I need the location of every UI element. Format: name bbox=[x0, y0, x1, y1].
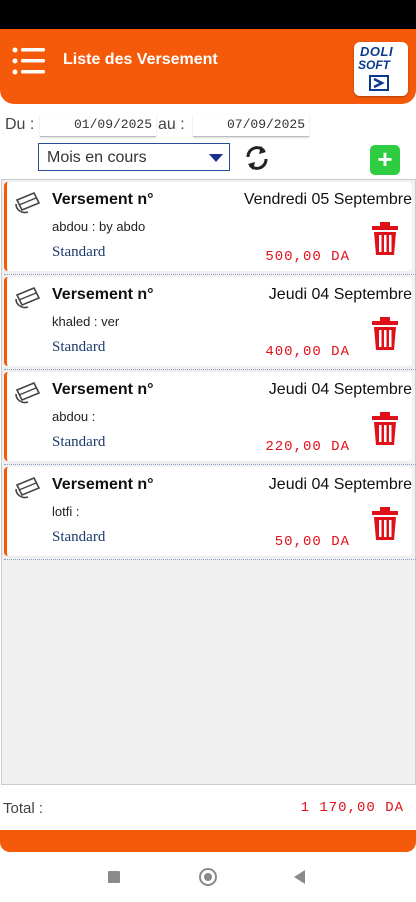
item-type: Standard bbox=[52, 529, 106, 545]
wallet-icon bbox=[15, 476, 41, 499]
item-date: Vendredi 05 Septembre bbox=[243, 191, 412, 208]
chevron-down-icon bbox=[209, 154, 223, 162]
trash-icon[interactable] bbox=[370, 317, 400, 351]
trash-icon[interactable] bbox=[370, 507, 400, 541]
bottom-bar bbox=[0, 830, 416, 852]
home-icon[interactable] bbox=[199, 868, 217, 886]
total-value: 1 170,00 DA bbox=[300, 800, 404, 816]
from-date-label: Du : bbox=[5, 116, 35, 133]
wallet-icon bbox=[15, 286, 41, 309]
item-date: Jeudi 04 Septembre bbox=[268, 476, 412, 493]
period-select-value: Mois en cours bbox=[47, 149, 147, 166]
menu-list-icon[interactable] bbox=[12, 46, 46, 76]
wallet-icon bbox=[15, 191, 41, 214]
list-item[interactable]: Versement n° Jeudi 04 Septembre khaled :… bbox=[4, 277, 416, 370]
wallet-icon bbox=[15, 381, 41, 404]
item-date: Jeudi 04 Septembre bbox=[268, 381, 412, 398]
list-item[interactable]: Versement n° Jeudi 04 Septembre abdou : … bbox=[4, 372, 416, 465]
item-amount: 500,00 DA bbox=[265, 249, 350, 265]
total-label: Total : bbox=[3, 800, 44, 817]
system-nav-bar bbox=[0, 852, 416, 902]
from-date-field[interactable]: 01/09/2025 bbox=[40, 114, 156, 137]
to-date-label: au : bbox=[158, 116, 185, 133]
trash-icon[interactable] bbox=[370, 412, 400, 446]
list-item[interactable]: Versement n° Vendredi 05 Septembre abdou… bbox=[4, 182, 416, 275]
item-client: abdou : bbox=[52, 409, 96, 424]
item-date: Jeudi 04 Septembre bbox=[268, 286, 412, 303]
list-item[interactable]: Versement n° Jeudi 04 Septembre lotfi : … bbox=[4, 467, 416, 560]
plus-icon: + bbox=[377, 144, 393, 174]
trash-icon[interactable] bbox=[370, 222, 400, 256]
item-client: khaled : ver bbox=[52, 314, 120, 329]
add-versement-button[interactable]: + bbox=[370, 145, 400, 175]
item-amount: 50,00 DA bbox=[274, 534, 350, 550]
versement-list[interactable]: Versement n° Vendredi 05 Septembre abdou… bbox=[1, 179, 416, 785]
item-amount: 400,00 DA bbox=[265, 344, 350, 360]
item-client: lotfi : bbox=[52, 504, 80, 519]
item-type: Standard bbox=[52, 244, 106, 260]
item-client: abdou : by abdo bbox=[52, 219, 146, 234]
item-title: Versement n° bbox=[52, 381, 154, 398]
page-title: Liste des Versement bbox=[63, 51, 218, 68]
logo-text: DOLI bbox=[360, 44, 394, 59]
item-title: Versement n° bbox=[52, 286, 154, 303]
item-title: Versement n° bbox=[52, 191, 154, 208]
to-date-field[interactable]: 07/09/2025 bbox=[193, 114, 309, 137]
back-icon[interactable] bbox=[294, 870, 305, 884]
app-logo: DOLI SOFT bbox=[354, 42, 408, 96]
refresh-icon[interactable] bbox=[242, 143, 272, 173]
item-title: Versement n° bbox=[52, 476, 154, 493]
recent-apps-icon[interactable] bbox=[108, 871, 120, 883]
logo-mark-icon bbox=[369, 75, 389, 91]
app-bar: Liste des Versement DOLI SOFT bbox=[0, 29, 416, 104]
filter-bar: Du : 01/09/2025 au : 07/09/2025 Mois en … bbox=[0, 110, 416, 180]
item-type: Standard bbox=[52, 434, 106, 450]
item-amount: 220,00 DA bbox=[265, 439, 350, 455]
logo-text: SOFT bbox=[358, 58, 390, 72]
item-type: Standard bbox=[52, 339, 106, 355]
status-bar bbox=[0, 0, 416, 29]
period-select[interactable]: Mois en cours bbox=[38, 143, 230, 171]
